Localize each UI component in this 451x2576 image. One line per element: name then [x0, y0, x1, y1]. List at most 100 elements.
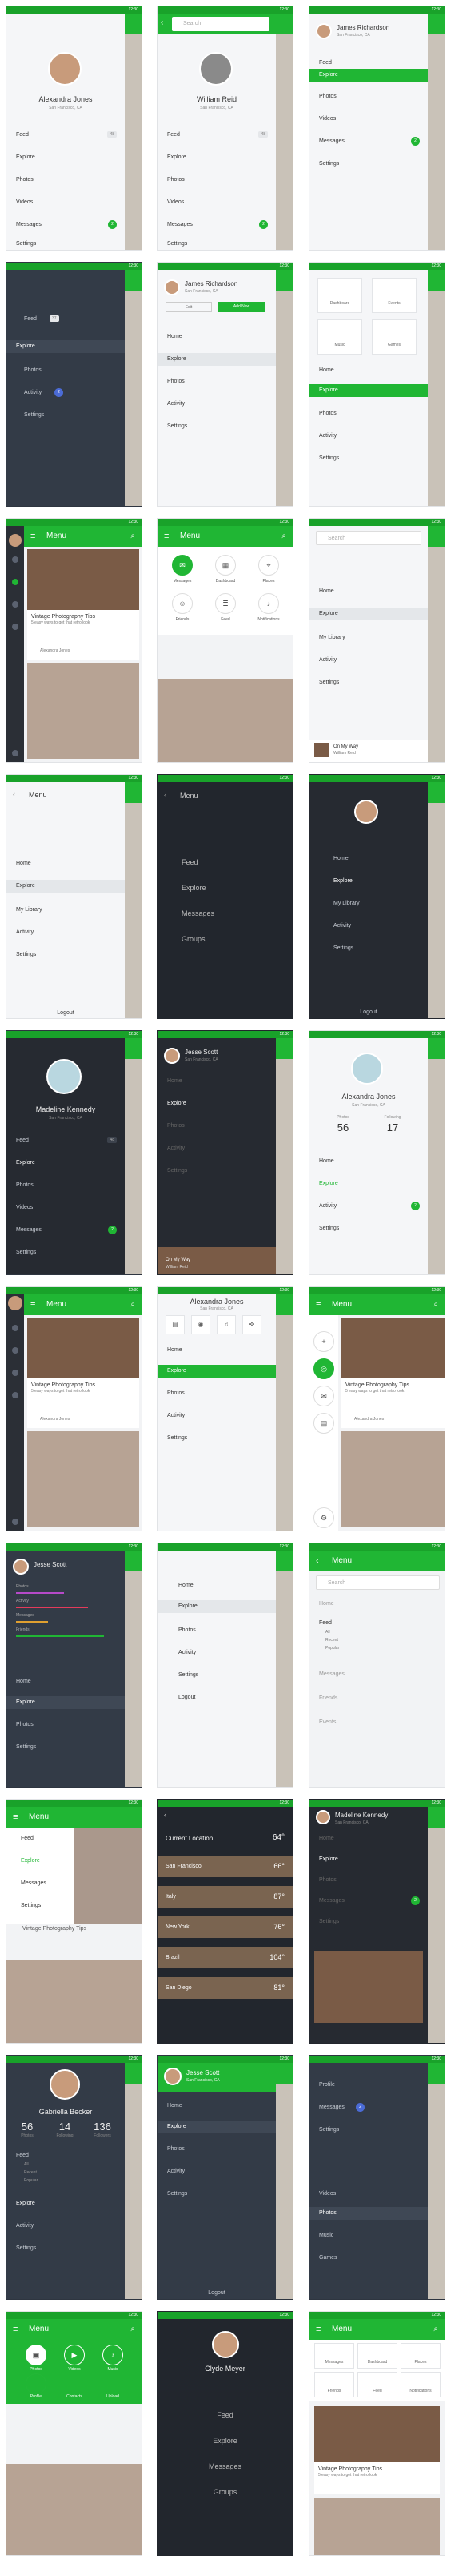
games-icon[interactable]: ✜	[242, 1315, 261, 1334]
menu-item-photos[interactable]: Photos	[167, 1123, 185, 1129]
menu-item-photos[interactable]: Photos	[167, 1390, 185, 1396]
menu-item-explore[interactable]: Explore	[319, 1856, 338, 1862]
menu-item-home[interactable]: Home	[319, 1601, 334, 1607]
feed-icon[interactable]: ▤	[166, 1315, 185, 1334]
menu-item-settings[interactable]: Settings	[167, 2191, 187, 2197]
menu-item-settings[interactable]: Settings	[167, 241, 187, 247]
menu-item-explore[interactable]: Explore	[6, 340, 125, 353]
now-playing[interactable]: On My Way William Reid	[309, 740, 428, 762]
menu-item-groups[interactable]: Groups	[158, 2488, 293, 2496]
menu-item-home[interactable]: Home	[319, 588, 334, 594]
menu-item-explore[interactable]: Explore	[158, 2437, 293, 2445]
tile-messages[interactable]: Messages	[314, 2343, 354, 2369]
menu-item-messages[interactable]: Messages	[16, 1227, 42, 1233]
profile-icon[interactable]	[26, 2373, 46, 2394]
menu-item-home[interactable]: Home	[178, 1583, 194, 1588]
menu-item-settings[interactable]: Settings	[16, 2245, 36, 2251]
feed-sub-recent[interactable]: Recent	[24, 2170, 37, 2175]
menu-item-home[interactable]: Home	[319, 367, 334, 373]
search-input[interactable]: Search	[172, 17, 269, 31]
menu-item-messages[interactable]: Messages	[21, 1880, 46, 1886]
menu-item-activity[interactable]: Activity	[167, 1413, 185, 1418]
rail-icon-3[interactable]	[12, 1370, 18, 1376]
camera-icon[interactable]: ◉	[191, 1315, 210, 1334]
menu-item-explore[interactable]: Explore	[16, 2201, 35, 2206]
notifications-icon[interactable]: ♪	[258, 593, 279, 614]
search-icon[interactable]: ⌕	[130, 1294, 135, 1315]
edit-button[interactable]: Edit	[166, 302, 212, 312]
menu-item-events[interactable]: Events	[319, 1719, 336, 1725]
menu-item-videos[interactable]: Videos	[16, 1205, 33, 1210]
back-icon[interactable]: ‹	[164, 791, 166, 799]
menu-item-settings[interactable]: Settings	[16, 952, 36, 957]
rail-icon-2[interactable]	[12, 1347, 18, 1354]
rail-icon-3[interactable]: ✉	[313, 1386, 334, 1406]
menu-item-activity[interactable]: Activity	[16, 929, 34, 935]
menu-item-music[interactable]: Music	[319, 2233, 333, 2238]
menu-item-photos[interactable]: Photos	[309, 2207, 428, 2220]
menu-item-feed[interactable]: Feed	[24, 316, 37, 322]
menu-item-games[interactable]: Games	[319, 2255, 337, 2261]
logout-button[interactable]: Logout	[309, 1009, 428, 1015]
feed-sub-popular[interactable]: Popular	[24, 2178, 38, 2183]
menu-item-library[interactable]: My Library	[16, 907, 42, 913]
menu-item-photos[interactable]: Photos	[16, 1722, 34, 1727]
add-new-button[interactable]: Add New	[218, 302, 265, 312]
rail-icon-settings[interactable]: ⚙	[313, 1507, 334, 1528]
menu-item-settings[interactable]: Settings	[16, 1744, 36, 1750]
menu-item-videos[interactable]: Videos	[16, 199, 33, 205]
music-icon[interactable]: ♪	[102, 2345, 123, 2365]
rail-icon-settings[interactable]	[12, 1519, 18, 1525]
menu-icon[interactable]: ≡	[30, 526, 35, 547]
city-row[interactable]: Brazil 104°	[158, 1947, 293, 1968]
post-card[interactable]: Vintage Photography Tips 5 easy ways to …	[27, 1378, 139, 1428]
menu-icon[interactable]: ≡	[13, 1807, 18, 1828]
feed-sub-recent[interactable]: Recent	[325, 1638, 338, 1643]
menu-item-settings[interactable]: Settings	[319, 1919, 339, 1924]
menu-item-settings[interactable]: Settings	[319, 161, 339, 167]
menu-item-videos[interactable]: Videos	[319, 2191, 336, 2197]
menu-item-photos[interactable]: Photos	[319, 1877, 337, 1883]
menu-item-activity[interactable]: Activity	[167, 401, 185, 407]
menu-item-feed[interactable]: Feed	[167, 132, 180, 138]
menu-item-explore[interactable]: Explore	[158, 1365, 276, 1378]
menu-item-messages[interactable]: Messages	[167, 222, 193, 227]
menu-item-feed[interactable]: Feed	[16, 132, 29, 138]
search-input[interactable]: Search	[316, 1575, 440, 1590]
menu-item-explore[interactable]: Explore	[158, 2121, 276, 2133]
menu-item-settings[interactable]: Settings	[24, 412, 44, 418]
menu-item-photos[interactable]: Photos	[16, 1182, 34, 1188]
tile-music[interactable]: Music	[317, 319, 362, 355]
menu-item-photos[interactable]: Photos	[319, 94, 337, 99]
tile-games[interactable]: Games	[372, 319, 417, 355]
menu-item-settings[interactable]: Settings	[319, 680, 339, 685]
city-row[interactable]: Italy 87°	[158, 1886, 293, 1908]
menu-item-photos[interactable]: Photos	[167, 177, 185, 183]
messages-icon[interactable]: ✉	[172, 555, 193, 576]
back-icon[interactable]: ‹	[161, 18, 163, 27]
menu-item-explore[interactable]: Explore	[319, 1181, 338, 1186]
menu-item-messages[interactable]: Messages	[158, 2462, 293, 2470]
search-icon[interactable]: ⌕	[130, 2319, 135, 2340]
menu-item-activity[interactable]: Activity	[178, 1650, 196, 1655]
menu-item-home[interactable]: Home	[167, 2103, 182, 2109]
rail-icon-4[interactable]	[12, 1392, 18, 1398]
feed-icon[interactable]: ≣	[215, 593, 236, 614]
photos-icon[interactable]: ▣	[26, 2345, 46, 2365]
rail-icon-2[interactable]: ◎	[313, 1358, 334, 1379]
menu-item-photos[interactable]: Photos	[319, 411, 337, 416]
back-icon[interactable]: ‹	[316, 1551, 319, 1571]
menu-item-explore[interactable]: Explore	[309, 608, 428, 620]
search-icon[interactable]: ⌕	[130, 526, 135, 547]
menu-item-explore[interactable]: Explore	[309, 384, 428, 397]
back-icon[interactable]: ‹	[13, 790, 15, 798]
tile-feed[interactable]: Feed	[357, 2372, 397, 2397]
menu-item-logout[interactable]: Logout	[178, 1695, 195, 1700]
menu-item-activity[interactable]: Activity	[24, 390, 42, 395]
menu-item-settings[interactable]: Settings	[167, 423, 187, 429]
search-input[interactable]: Search	[316, 531, 421, 545]
menu-item-explore[interactable]: Explore	[333, 878, 353, 884]
tile-events[interactable]: Events	[372, 278, 417, 313]
menu-item-settings[interactable]: Settings	[319, 1226, 339, 1231]
logout-button[interactable]: Logout	[6, 1010, 125, 1016]
